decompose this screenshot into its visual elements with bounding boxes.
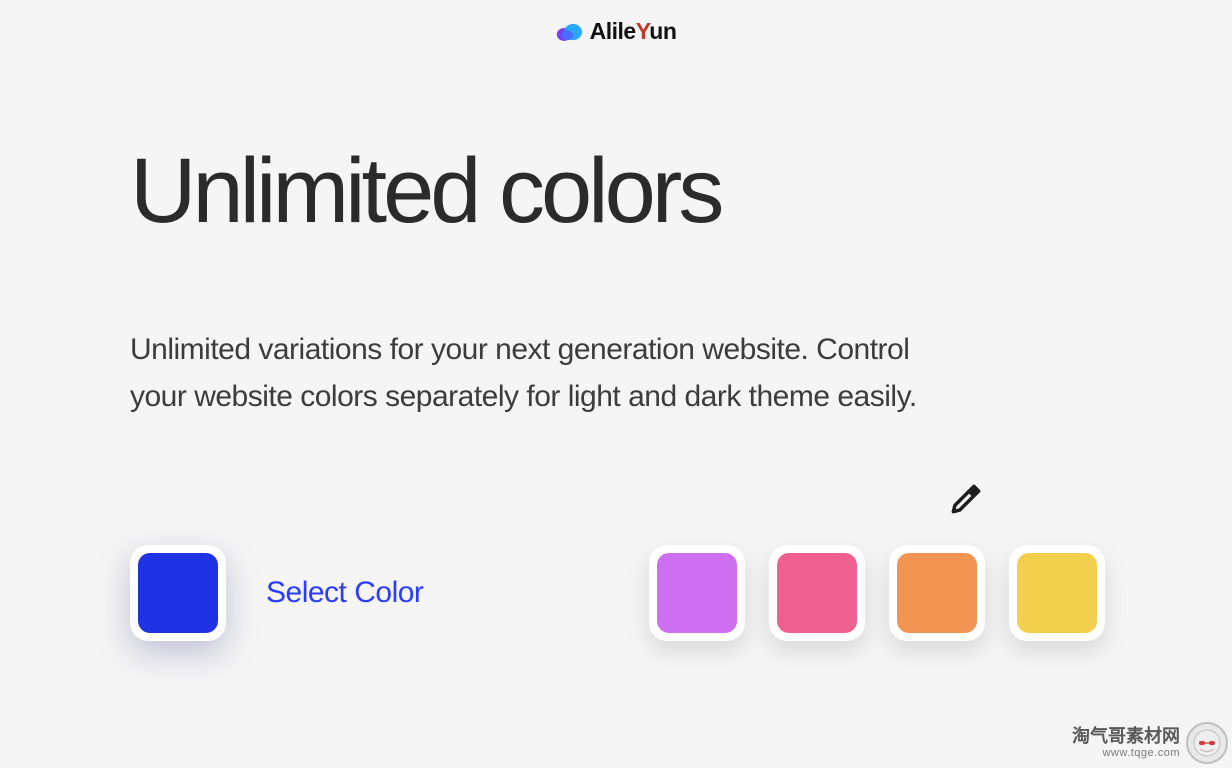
page-title: Unlimited colors <box>130 145 1102 237</box>
palette-swatch-2[interactable] <box>769 545 865 641</box>
selected-color-swatch[interactable] <box>130 545 226 641</box>
select-color-label[interactable]: Select Color <box>266 576 423 610</box>
brand-name: AlileYun <box>590 18 677 45</box>
selected-color-inner <box>138 553 218 633</box>
palette-swatch-4[interactable] <box>1009 545 1105 641</box>
palette-swatch-1[interactable] <box>649 545 745 641</box>
eyedropper-icon[interactable] <box>947 480 985 523</box>
header: AlileYun <box>0 0 1232 45</box>
page-description: Unlimited variations for your next gener… <box>130 327 950 420</box>
watermark: 淘气哥素材网 www.tqge.com <box>1072 722 1228 764</box>
selected-color-group: Select Color <box>130 545 423 641</box>
watermark-text: 淘气哥素材网 www.tqge.com <box>1072 727 1180 759</box>
palette-swatch-3[interactable] <box>889 545 985 641</box>
color-picker-row: Select Color <box>130 480 1105 641</box>
color-palette-group <box>649 480 1105 641</box>
cloud-logo-icon <box>556 22 582 42</box>
watermark-badge-icon <box>1186 722 1228 764</box>
hero-section: Unlimited colors Unlimited variations fo… <box>0 45 1232 641</box>
palette-swatches <box>649 545 1105 641</box>
